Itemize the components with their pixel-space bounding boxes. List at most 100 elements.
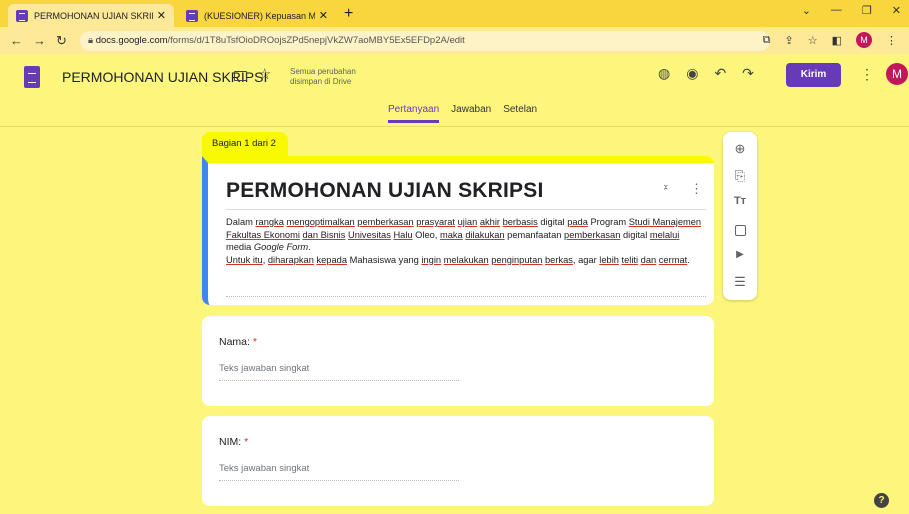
description-text: Google Form	[253, 242, 309, 252]
back-icon[interactable]: ←	[10, 33, 23, 48]
forms-favicon-icon	[186, 9, 198, 22]
question-label: Nama: *	[219, 336, 257, 348]
description-text: dan	[640, 254, 657, 265]
question-card[interactable]: Nama: * Teks jawaban singkat	[202, 316, 714, 406]
redo-icon[interactable]: ↷	[742, 65, 754, 82]
description-text: pemberkasan	[564, 229, 621, 240]
user-avatar[interactable]: M	[886, 63, 908, 85]
short-answer-placeholder: Teks jawaban singkat	[219, 363, 459, 381]
description-text: .	[687, 254, 690, 265]
close-tab-icon[interactable]: ✕	[319, 9, 328, 22]
description-text: melalui	[649, 229, 680, 240]
url-field[interactable]: 🔒︎ docs.google.com/forms/d/1T8uTsfOioDRO…	[80, 31, 770, 51]
description-text: Untuk itu	[226, 254, 263, 265]
url-path: /forms/d/1T8uTsfOioDROojsZPd5nepjVkZW7ao…	[167, 35, 465, 46]
description-text: .	[308, 242, 311, 252]
description-text: teliti	[621, 254, 639, 265]
description-text: , agar	[572, 254, 600, 265]
new-tab-button[interactable]: +	[344, 5, 353, 23]
forms-logo-icon[interactable]	[24, 66, 40, 88]
description-text: mengoptimalkan	[286, 217, 355, 227]
description-text: Program	[587, 217, 629, 227]
description-text: digital	[537, 217, 568, 227]
close-window-icon[interactable]: ✕	[892, 4, 901, 17]
close-tab-icon[interactable]: ✕	[157, 9, 166, 22]
import-questions-icon[interactable]: ⎘	[723, 168, 757, 184]
description-text: maka	[439, 229, 463, 240]
more-options-icon[interactable]: ⋮	[860, 66, 874, 83]
help-icon[interactable]: ?	[874, 493, 889, 508]
required-mark: *	[252, 336, 257, 348]
browser-tab-bar: PERMOHONAN UJIAN SKRIPSI - ✕ (KUESIONER)…	[0, 0, 909, 27]
description-text: Univesitas	[347, 229, 391, 240]
description-text: Dalam	[226, 217, 256, 227]
forms-header: PERMOHONAN UJIAN SKRIPSI ☆ Semua perubah…	[0, 54, 909, 127]
profile-avatar[interactable]: M	[856, 32, 872, 48]
browser-menu-icon[interactable]: ⋮	[886, 34, 897, 47]
title-underline	[226, 209, 706, 210]
question-label: NIM: *	[219, 436, 248, 448]
window-controls: ⌄ — ❐ ✕	[802, 4, 901, 17]
description-text: digital	[620, 229, 650, 240]
restore-icon[interactable]: ❐	[862, 4, 872, 17]
question-card[interactable]: NIM: * Teks jawaban singkat	[202, 416, 714, 506]
question-title: NIM:	[219, 436, 242, 448]
tab-jawaban[interactable]: Jawaban	[451, 104, 491, 123]
section-indicator: Bagian 1 dari 2	[202, 132, 288, 156]
description-text: Halu	[393, 229, 413, 240]
lock-icon: 🔒︎	[88, 35, 94, 46]
description-text: cermat	[658, 254, 688, 265]
tab-search-icon[interactable]: ⌄	[802, 4, 811, 17]
add-image-icon[interactable]	[723, 224, 757, 239]
add-title-icon[interactable]: Tт	[723, 195, 757, 207]
tab-title: PERMOHONAN UJIAN SKRIPSI -	[34, 10, 153, 21]
description-text: ingin	[421, 254, 442, 265]
forward-icon[interactable]: →	[33, 33, 46, 48]
add-question-icon[interactable]: ⊕	[723, 141, 757, 157]
required-mark: *	[244, 436, 249, 448]
section-more-icon[interactable]: ⋮	[690, 181, 703, 197]
browser-tab[interactable]: (KUESIONER) Kepuasan Mahasis ✕	[178, 4, 336, 27]
send-button[interactable]: Kirim	[786, 63, 841, 87]
tab-setelan[interactable]: Setelan	[503, 104, 537, 123]
save-status: Semua perubahan disimpan di Drive	[290, 67, 356, 86]
description-text: kepada	[316, 254, 347, 265]
translate-icon[interactable]: ⧉	[763, 34, 771, 47]
browser-tab-active[interactable]: PERMOHONAN UJIAN SKRIPSI - ✕	[8, 4, 174, 27]
description-text: diharapkan	[267, 254, 314, 265]
description-text: pemberkasan	[357, 217, 414, 227]
form-description[interactable]: Dalam rangka mengoptimalkan pemberkasan …	[226, 216, 704, 266]
description-text: dan Bisnis	[302, 229, 346, 240]
form-tabs: Pertanyaan Jawaban Setelan	[388, 104, 537, 123]
description-text: media	[226, 242, 254, 252]
tab-pertanyaan[interactable]: Pertanyaan	[388, 104, 440, 123]
preview-eye-icon[interactable]: ◉	[686, 65, 698, 82]
undo-icon[interactable]: ↶	[714, 65, 726, 82]
description-text: berbasis	[502, 217, 538, 227]
header-actions: ◍ ◉ ↶ ↷	[658, 65, 754, 82]
add-section-icon[interactable]: ☰	[723, 274, 757, 290]
star-icon[interactable]: ☆	[258, 65, 271, 83]
tab-title: (KUESIONER) Kepuasan Mahasis	[204, 10, 315, 21]
palette-icon[interactable]: ◍	[658, 65, 670, 82]
question-title: Nama:	[219, 336, 250, 348]
form-title[interactable]: PERMOHONAN UJIAN SKRIPSI	[226, 179, 544, 203]
description-text: Mahasiswa yang	[347, 254, 422, 265]
description-text: lebih	[599, 254, 619, 265]
floating-toolbar: ⊕ ⎘ Tт ▶︎ ☰	[723, 132, 757, 300]
address-bar-row: ← → ↻ 🔒︎ docs.google.com/forms/d/1T8uTsf…	[0, 27, 909, 54]
reload-icon[interactable]: ↻	[56, 33, 67, 49]
folder-icon[interactable]	[234, 71, 247, 81]
url-host: docs.google.com	[95, 35, 168, 46]
description-text: berkas	[545, 254, 573, 265]
collapse-section-icon[interactable]: ⌄ ⌃	[662, 180, 670, 196]
description-text: Oleo,	[412, 229, 440, 240]
description-text: pemanfaatan	[504, 229, 565, 240]
minimize-icon[interactable]: —	[831, 4, 842, 17]
share-icon[interactable]: ⇪	[785, 34, 794, 47]
add-video-icon[interactable]: ▶︎	[723, 249, 757, 260]
side-panel-icon[interactable]: ◧	[832, 34, 842, 47]
bookmark-star-icon[interactable]: ☆	[808, 34, 818, 47]
browser-tools: ⧉ ⇪ ☆ ◧ M ⋮	[763, 32, 897, 48]
form-title-card[interactable]: PERMOHONAN UJIAN SKRIPSI ⌄ ⌃ ⋮ Dalam rang…	[202, 156, 714, 305]
